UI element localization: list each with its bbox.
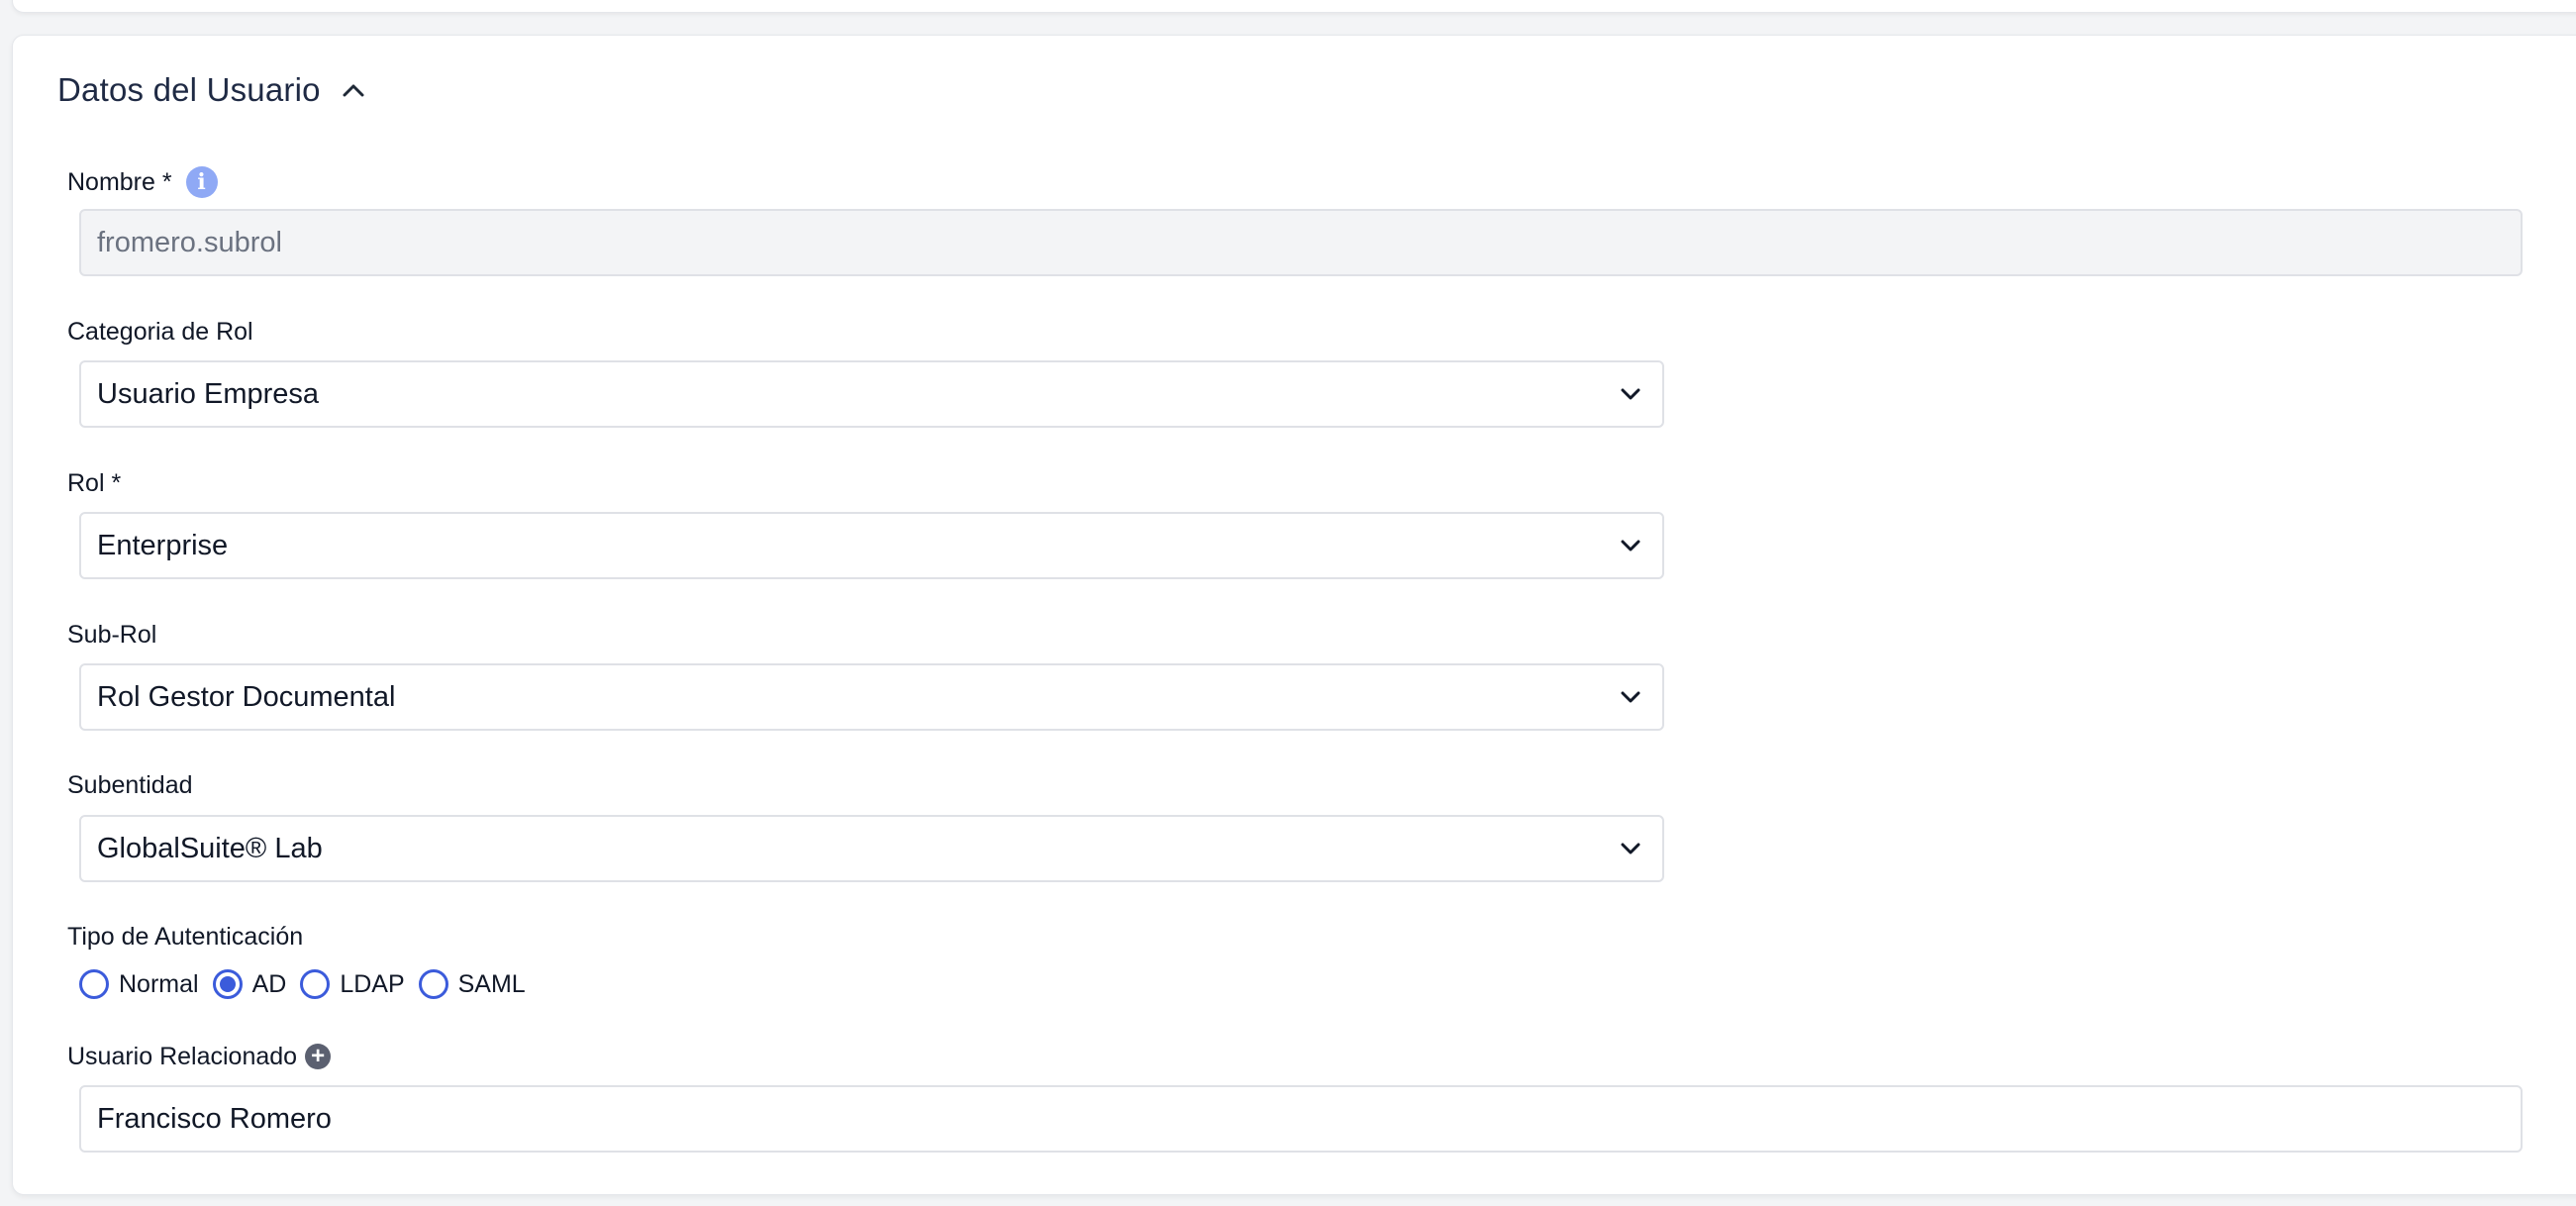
nombre-value: fromero.subrol (97, 226, 282, 258)
radio-circle-ldap[interactable] (300, 969, 331, 999)
chevron-down-icon (1621, 540, 1640, 552)
radio-label-saml: SAML (457, 969, 526, 998)
subrol-value: Rol Gestor Documental (97, 680, 396, 713)
radio-ad[interactable]: AD (212, 969, 287, 999)
categoria-select[interactable]: Usuario Empresa (79, 360, 1664, 428)
section-header-toggle[interactable]: Datos del Usuario (57, 60, 364, 120)
auth-label: Tipo de Autenticación (67, 923, 304, 951)
radio-label-ldap: LDAP (340, 969, 405, 998)
section-title: Datos del Usuario (57, 71, 321, 108)
radio-label-normal: Normal (119, 969, 199, 998)
auth-label-row: Tipo de Autenticación (67, 925, 303, 950)
radio-selected-dot (219, 976, 236, 992)
chevron-down-icon (1621, 843, 1640, 854)
nombre-label-row: Nombre * i (67, 166, 218, 198)
subentidad-label: Subentidad (67, 771, 193, 799)
subentidad-select[interactable]: GlobalSuite® Lab (79, 815, 1664, 882)
radio-normal[interactable]: Normal (79, 969, 199, 999)
previous-card (12, 0, 2576, 13)
subrol-label: Sub-Rol (67, 621, 157, 649)
subrol-select[interactable]: Rol Gestor Documental (79, 663, 1664, 731)
relacionado-value: Francisco Romero (97, 1102, 332, 1135)
rol-select[interactable]: Enterprise (79, 512, 1664, 579)
nombre-label: Nombre * (67, 167, 172, 196)
radio-ldap[interactable]: LDAP (300, 969, 405, 999)
info-icon[interactable]: i (185, 166, 218, 198)
plus-circle-icon[interactable]: + (305, 1044, 332, 1069)
categoria-label-row: Categoria de Rol (67, 320, 253, 345)
nombre-field[interactable]: fromero.subrol (79, 209, 2523, 276)
radio-circle-saml[interactable] (418, 969, 448, 999)
subrol-label-row: Sub-Rol (67, 623, 156, 648)
rol-value: Enterprise (97, 529, 229, 561)
rol-label-row: Rol * (67, 471, 121, 496)
relacionado-label-row: Usuario Relacionado + (67, 1042, 332, 1070)
chevron-up-icon[interactable] (343, 83, 364, 97)
auth-radio-group: Normal AD LDAP SAML (79, 966, 540, 1002)
radio-saml[interactable]: SAML (418, 969, 526, 999)
relacionado-label: Usuario Relacionado (67, 1042, 298, 1070)
radio-label-ad: AD (251, 969, 287, 998)
radio-circle-ad[interactable] (212, 969, 243, 999)
categoria-label: Categoria de Rol (67, 318, 253, 346)
relacionado-field[interactable]: Francisco Romero (79, 1085, 2523, 1153)
categoria-value: Usuario Empresa (97, 377, 320, 410)
subentidad-value: GlobalSuite® Lab (97, 832, 323, 864)
rol-label: Rol * (67, 469, 122, 497)
radio-circle-normal[interactable] (79, 969, 109, 999)
chevron-down-icon (1621, 388, 1640, 400)
subentidad-label-row: Subentidad (67, 773, 193, 798)
chevron-down-icon (1621, 691, 1640, 703)
